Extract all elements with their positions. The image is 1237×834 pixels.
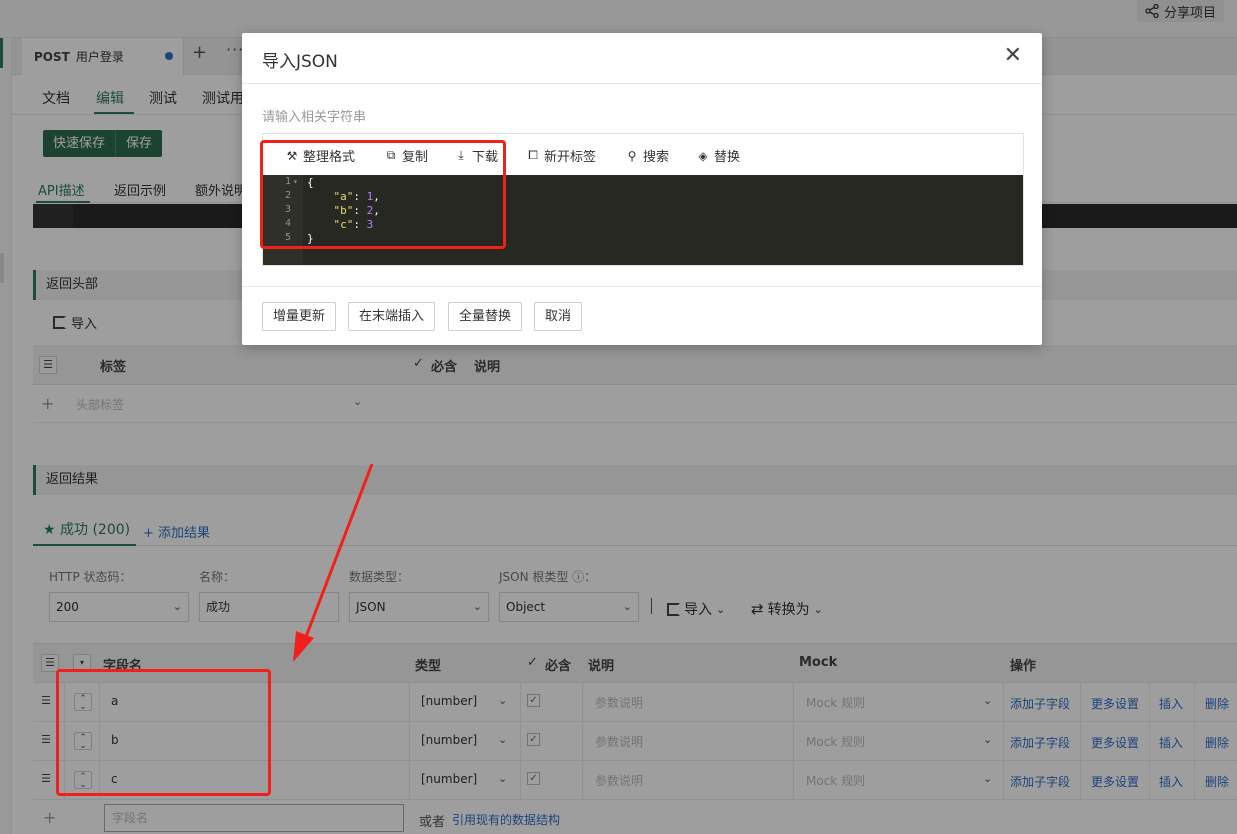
annotation-arrow bbox=[293, 463, 374, 662]
